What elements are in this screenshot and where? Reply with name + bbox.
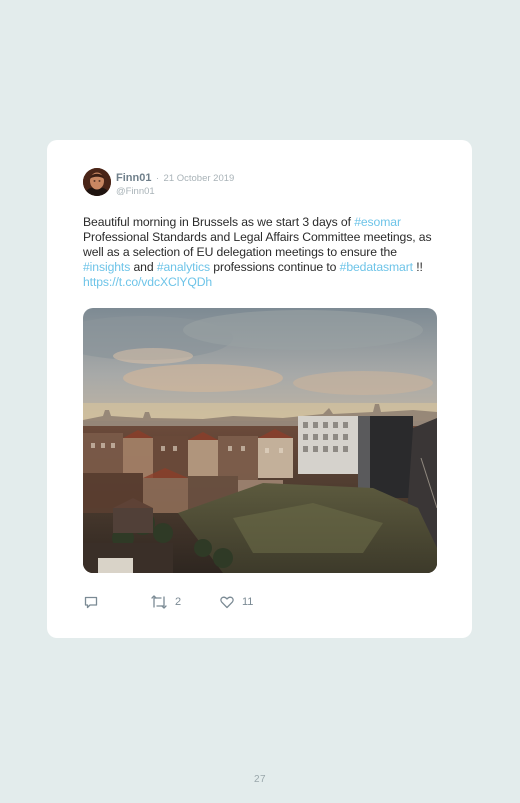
text-segment: professions continue to	[210, 260, 340, 274]
author-handle[interactable]: @Finn01	[116, 185, 234, 198]
tweet-text: Beautiful morning in Brussels as we star…	[83, 215, 443, 290]
city-skyline-photo	[83, 308, 437, 573]
hashtag-analytics[interactable]: #analytics	[157, 260, 210, 274]
tweet-card: Finn01 · 21 October 2019 @Finn01 Beautif…	[47, 140, 472, 638]
tweet-link[interactable]: https://t.co/vdcXClYQDh	[83, 275, 212, 289]
like-count: 11	[242, 596, 254, 608]
tweet-date[interactable]: 21 October 2019	[164, 173, 235, 184]
reply-button[interactable]	[83, 592, 99, 612]
hashtag-insights[interactable]: #insights	[83, 260, 130, 274]
heart-icon	[219, 594, 235, 610]
retweet-count: 2	[175, 596, 182, 608]
text-segment: !!	[412, 260, 423, 274]
text-segment: Beautiful morning in Brussels as we star…	[83, 215, 355, 229]
like-button[interactable]: 11	[219, 592, 253, 612]
text-segment: Professional Standards and Legal Affairs…	[83, 230, 432, 259]
avatar[interactable]	[83, 168, 111, 196]
hashtag-bedatasmart[interactable]: #bedatasmart	[340, 260, 413, 274]
tweet-actions: 2 11	[83, 592, 443, 612]
retweet-icon	[150, 594, 168, 610]
tweet-photo[interactable]	[83, 308, 437, 573]
author-name[interactable]: Finn01	[116, 172, 151, 184]
tweet-header: Finn01 · 21 October 2019 @Finn01	[116, 170, 234, 198]
hashtag-esomar[interactable]: #esomar	[354, 215, 401, 229]
reply-icon	[83, 594, 99, 610]
page-number: 27	[253, 774, 267, 785]
retweet-button[interactable]: 2	[150, 592, 181, 612]
separator-dot: ·	[155, 173, 160, 184]
text-segment: and	[130, 260, 157, 274]
